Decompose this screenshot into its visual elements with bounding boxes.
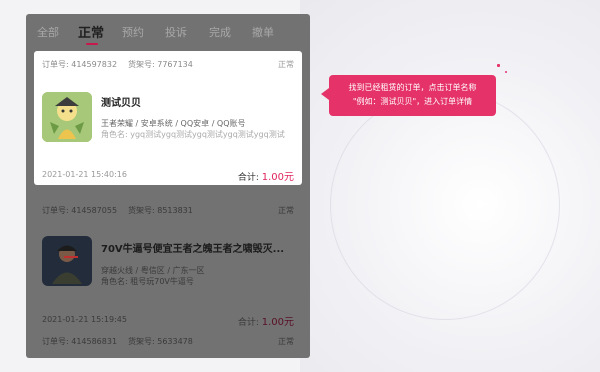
game-character-avatar-icon: [42, 92, 92, 142]
order-card-highlighted[interactable]: 订单号: 414597832 货架号: 7767134 正常 测试贝贝 王者荣耀…: [34, 51, 302, 185]
order-tabs: 全部 正常 预约 投诉 完成 撤单: [26, 14, 310, 50]
tooltip-arrow: [321, 88, 329, 100]
order-total: 合计: 1.00元: [238, 168, 294, 183]
order-title-link[interactable]: 测试贝贝: [101, 94, 296, 109]
guide-tooltip: 找到已经租赁的订单，点击订单名称 "例如：测试贝贝"，进入订单详情: [329, 75, 496, 116]
soldier-avatar-icon: [42, 236, 92, 286]
tab-all[interactable]: 全部: [37, 24, 59, 40]
role-name: 角色名: ygq测试ygq测试ygq测试ygq测试ygq测试: [101, 130, 285, 139]
order-status: 正常: [278, 206, 294, 215]
background-ring: [330, 90, 560, 320]
order-total: 合计: 1.00元: [238, 313, 294, 328]
total-label: 合计:: [237, 318, 262, 328]
total-amount: 1.00元: [261, 172, 294, 183]
tab-reserved[interactable]: 预约: [122, 24, 144, 40]
order-number: 订单号: 414586831: [42, 337, 118, 346]
order-status: 正常: [278, 337, 294, 346]
shelf-number: 货架号: 5633478: [128, 337, 193, 346]
shelf-number: 货架号: 8513831: [128, 206, 193, 215]
tab-normal[interactable]: 正常: [78, 22, 104, 41]
tooltip-line-2: "例如：测试贝贝"，进入订单详情: [352, 97, 473, 106]
sparkle-icon: [497, 64, 500, 67]
order-number: 订单号: 414587055: [42, 206, 118, 215]
tooltip-line-1: 找到已经租赁的订单，点击订单名称: [348, 83, 477, 92]
order-time: 2021-01-21 15:40:16: [42, 170, 127, 179]
total-amount: 1.00元: [261, 317, 294, 328]
tab-completed[interactable]: 完成: [209, 24, 231, 40]
sparkle-icon: [505, 71, 507, 73]
tab-complaint[interactable]: 投诉: [165, 24, 187, 40]
order-time: 2021-01-21 15:19:45: [42, 315, 127, 324]
tab-cancelled[interactable]: 撤单: [252, 24, 274, 40]
order-number: 订单号: 414597832: [42, 60, 118, 69]
role-name: 角色名: 租号玩70V牛逼号: [101, 277, 194, 286]
order-list-panel: 全部 正常 预约 投诉 完成 撤单 订单号: 414597832 货架号: 77…: [26, 14, 310, 358]
order-title-link[interactable]: 70V牛逼号便宜王者之魄王者之啸毁灭...: [101, 240, 301, 255]
total-label: 合计:: [237, 173, 262, 183]
active-tab-indicator: [86, 43, 98, 45]
order-status: 正常: [278, 60, 294, 69]
shelf-number: 货架号: 7767134: [128, 60, 193, 69]
